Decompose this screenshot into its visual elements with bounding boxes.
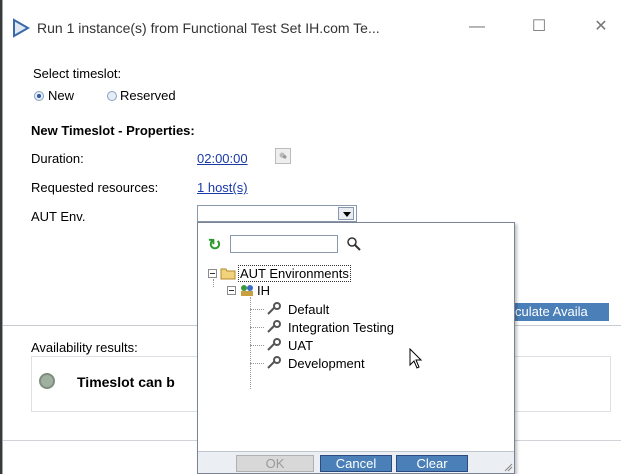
tree-connector: [250, 309, 264, 310]
status-icon: [39, 373, 55, 389]
duration-picker-icon[interactable]: [275, 148, 291, 164]
radio-new-label[interactable]: New: [48, 88, 74, 103]
mouse-cursor-icon: [409, 348, 423, 369]
tree-connector: [250, 363, 264, 364]
wrench-icon: [267, 338, 281, 351]
properties-heading: New Timeslot - Properties:: [31, 123, 195, 138]
aut-env-dropdown[interactable]: [197, 205, 357, 222]
tree-connector: [250, 345, 264, 346]
window-title: Run 1 instance(s) from Functional Test S…: [37, 20, 380, 36]
title-bar[interactable]: Run 1 instance(s) from Functional Test S…: [3, 0, 621, 52]
wrench-icon: [267, 320, 281, 333]
tree-connector: [250, 297, 251, 389]
aut-env-label: AUT Env.: [31, 209, 86, 224]
tree-item-group[interactable]: IH: [257, 283, 270, 298]
dropdown-arrow-icon[interactable]: [338, 207, 354, 220]
dialog-window: Run 1 instance(s) from Functional Test S…: [2, 0, 621, 474]
radio-reserved[interactable]: [107, 91, 117, 101]
aut-environment-tree: AUT Environments IH Default Integration …: [198, 261, 514, 451]
ok-button[interactable]: OK: [236, 455, 314, 472]
availability-message: Timeslot can b: [77, 374, 175, 390]
availability-results-label: Availability results:: [31, 340, 138, 355]
aut-env-popup: ↻ AUT Environments IH Default Integratio…: [197, 222, 515, 474]
clear-button[interactable]: Clear: [396, 455, 468, 472]
duration-label: Duration:: [31, 151, 84, 166]
collapse-icon[interactable]: [227, 286, 236, 295]
tree-item-uat[interactable]: UAT: [288, 338, 313, 353]
minimize-button[interactable]: —: [463, 14, 491, 40]
duration-link[interactable]: 02:00:00: [197, 151, 248, 166]
app-icon: [13, 18, 31, 38]
tree-connector: [213, 279, 214, 287]
cancel-button[interactable]: Cancel: [320, 455, 392, 472]
radio-new[interactable]: [34, 91, 44, 101]
popup-footer: OK Cancel Clear: [198, 451, 514, 473]
calculate-availability-button[interactable]: culate Availa: [513, 303, 609, 321]
tree-item-root[interactable]: AUT Environments: [238, 265, 351, 282]
resources-link[interactable]: 1 host(s): [197, 180, 248, 195]
tree-connector: [250, 327, 264, 328]
wrench-icon: [267, 356, 281, 369]
folder-icon: [220, 268, 236, 280]
maximize-button[interactable]: ☐: [525, 14, 553, 40]
refresh-icon[interactable]: ↻: [208, 238, 224, 254]
close-button[interactable]: ✕: [587, 14, 615, 40]
tree-item-integration-testing[interactable]: Integration Testing: [288, 320, 394, 335]
radio-reserved-label[interactable]: Reserved: [120, 88, 176, 103]
search-icon[interactable]: [346, 236, 362, 252]
collapse-icon[interactable]: [208, 269, 217, 278]
search-input[interactable]: [230, 235, 338, 253]
wrench-icon: [267, 302, 281, 315]
tree-item-development[interactable]: Development: [288, 356, 365, 371]
select-timeslot-label: Select timeslot:: [33, 66, 122, 81]
environment-group-icon: [241, 285, 253, 296]
tree-item-default[interactable]: Default: [288, 302, 329, 317]
resize-grip-icon[interactable]: [503, 462, 513, 472]
requested-resources-label: Requested resources:: [31, 180, 159, 195]
